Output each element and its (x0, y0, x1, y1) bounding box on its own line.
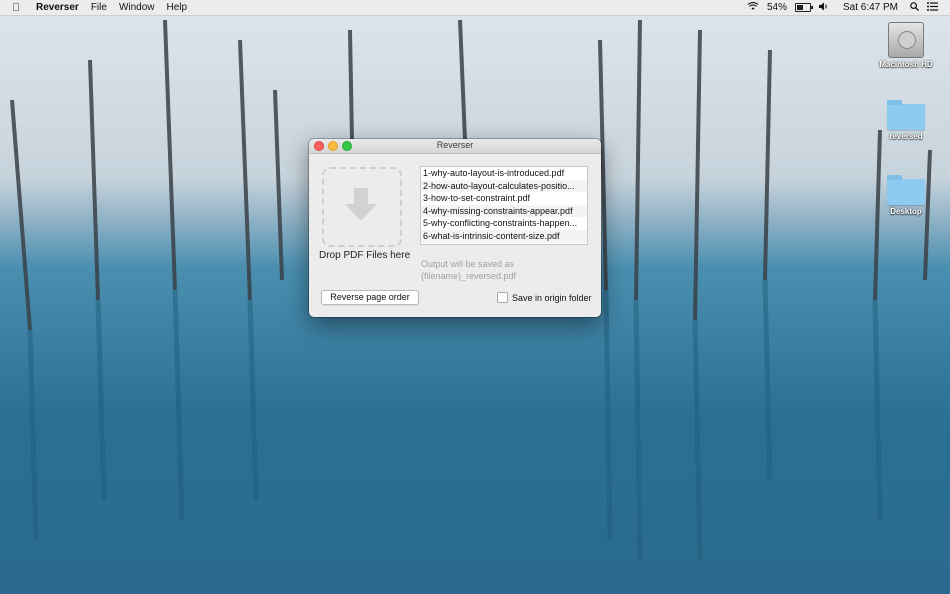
list-item[interactable]: 1-why-auto-layout-is-introduced.pdf (421, 167, 587, 180)
output-note: Output will be saved as (filename)_rever… (421, 258, 516, 282)
battery-percent[interactable]: 54% (767, 2, 787, 13)
desktop-icon-macintosh-hd[interactable]: Macintosh HD (871, 22, 941, 69)
menu-app-name[interactable]: Reverser (36, 2, 79, 13)
window-title: Reverser (436, 140, 474, 150)
menu-file[interactable]: File (91, 2, 107, 13)
save-in-origin-label: Save in origin folder (512, 292, 592, 303)
list-item[interactable]: 3-how-to-set-constraint.pdf (421, 192, 587, 205)
desktop-icon-desktop[interactable]: Desktop (871, 175, 941, 216)
output-note-line1: Output will be saved as (421, 259, 515, 269)
hard-drive-icon (888, 22, 924, 58)
drop-zone-label: Drop PDF Files here (319, 250, 411, 261)
menu-help[interactable]: Help (167, 2, 188, 13)
pdf-drop-zone[interactable] (322, 167, 402, 247)
menubar-clock[interactable]: Sat 6:47 PM (843, 2, 898, 13)
desktop-icon-label: Macintosh HD (879, 60, 933, 69)
reverse-page-order-button[interactable]: Reverse page order (321, 290, 419, 305)
save-in-origin-checkbox[interactable] (497, 292, 508, 303)
download-arrow-icon (345, 188, 377, 221)
desktop-icon-reversed[interactable]: reversed (871, 100, 941, 141)
output-note-line2: (filename)_reversed.pdf (421, 271, 517, 281)
folder-icon (887, 100, 925, 130)
menu-window[interactable]: Window (119, 2, 155, 13)
apple-menu-icon[interactable]:  (12, 2, 26, 14)
desktop-icon-label: reversed (889, 132, 923, 141)
notification-center-icon[interactable] (927, 1, 938, 14)
spotlight-search-icon[interactable] (910, 1, 919, 14)
volume-icon[interactable] (818, 2, 829, 14)
save-in-origin-folder-option[interactable]: Save in origin folder (497, 292, 592, 303)
wifi-icon[interactable] (747, 1, 759, 14)
battery-icon[interactable] (794, 3, 813, 12)
reverser-window: Reverser Drop PDF Files here 1-why-auto-… (309, 139, 601, 317)
list-item[interactable]: 6-what-is-intrinsic-content-size.pdf (421, 229, 587, 243)
menu-bar:  Reverser File Window Help 54% Sat 6:47… (0, 0, 950, 16)
folder-icon (887, 175, 925, 205)
desktop-icon-label: Desktop (890, 207, 922, 216)
file-list[interactable]: 1-why-auto-layout-is-introduced.pdf 2-ho… (420, 166, 588, 245)
list-item[interactable]: 4-why-missing-constraints-appear.pdf (421, 204, 587, 218)
list-item[interactable]: 5-why-conflicting-constraints-happen... (421, 217, 587, 230)
list-item[interactable]: 2-how-auto-layout-calculates-positio... (421, 179, 587, 193)
window-titlebar[interactable]: Reverser (309, 139, 601, 154)
